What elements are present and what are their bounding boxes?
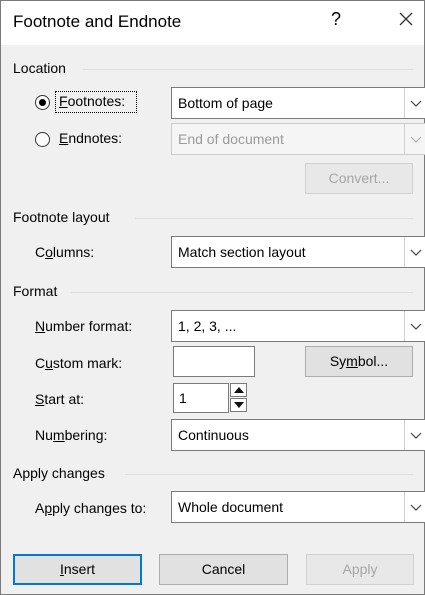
chevron-down-icon[interactable] <box>404 420 425 450</box>
chevron-down-icon[interactable] <box>404 88 425 118</box>
apply-changes-to-value: Whole document <box>178 499 284 515</box>
triangle-down-icon[interactable] <box>230 398 247 412</box>
location-heading: Location <box>13 60 66 76</box>
section-divider <box>83 69 413 70</box>
endnotes-location-dropdown[interactable]: End of document <box>171 123 425 155</box>
convert-button[interactable]: Convert... <box>305 163 413 194</box>
symbol-button[interactable]: Symbol... <box>305 346 413 377</box>
footnote-layout-heading: Footnote layout <box>13 209 110 225</box>
dialog-title: Footnote and Endnote <box>13 12 182 31</box>
chevron-down-icon[interactable] <box>404 124 425 154</box>
section-divider <box>125 474 413 475</box>
numbering-dropdown[interactable]: Continuous <box>171 419 425 451</box>
custom-mark-input[interactable] <box>173 346 255 377</box>
triangle-up-icon[interactable] <box>230 383 247 397</box>
footnotes-radio[interactable] <box>35 95 50 110</box>
section-divider <box>71 292 413 293</box>
endnotes-radio[interactable] <box>35 132 50 147</box>
section-divider <box>135 218 413 219</box>
apply-changes-heading: Apply changes <box>13 465 105 481</box>
numbering-value: Continuous <box>178 427 249 443</box>
footnotes-location-value: Bottom of page <box>178 95 273 111</box>
columns-label: Columns: <box>35 244 95 260</box>
help-icon[interactable]: ? <box>324 9 348 30</box>
format-heading: Format <box>13 283 58 299</box>
number-format-dropdown[interactable]: 1, 2, 3, ... <box>171 310 425 342</box>
custom-mark-label: Custom mark: <box>35 355 123 371</box>
close-icon[interactable] <box>394 7 418 33</box>
cancel-button[interactable]: Cancel <box>159 554 288 585</box>
endnotes-label[interactable]: Endnotes: <box>59 130 122 146</box>
apply-changes-to-dropdown[interactable]: Whole document <box>171 491 425 523</box>
numbering-label: Numbering: <box>35 427 108 443</box>
insert-button[interactable]: Insert <box>13 554 142 585</box>
start-at-label: Start at: <box>35 391 85 407</box>
start-at-input[interactable]: 1 <box>173 383 229 413</box>
title-bar[interactable]: Footnote and Endnote ? <box>1 1 424 45</box>
chevron-down-icon[interactable] <box>404 237 425 267</box>
footnotes-location-dropdown[interactable]: Bottom of page <box>171 87 425 119</box>
footnote-endnote-dialog: Footnote and Endnote ? Location Footnote… <box>0 0 425 595</box>
apply-changes-to-label: Apply changes to: <box>35 500 147 516</box>
columns-value: Match section layout <box>178 244 306 260</box>
number-format-value: 1, 2, 3, ... <box>178 318 237 334</box>
start-at-value: 1 <box>179 390 187 406</box>
chevron-down-icon[interactable] <box>404 492 425 522</box>
start-at-spinner[interactable] <box>230 383 247 413</box>
columns-dropdown[interactable]: Match section layout <box>171 236 425 268</box>
footnotes-label[interactable]: Footnotes: <box>59 93 125 109</box>
apply-button[interactable]: Apply <box>306 554 414 585</box>
chevron-down-icon[interactable] <box>404 311 425 341</box>
number-format-label: Number format: <box>35 318 133 334</box>
endnotes-location-value: End of document <box>178 131 284 147</box>
